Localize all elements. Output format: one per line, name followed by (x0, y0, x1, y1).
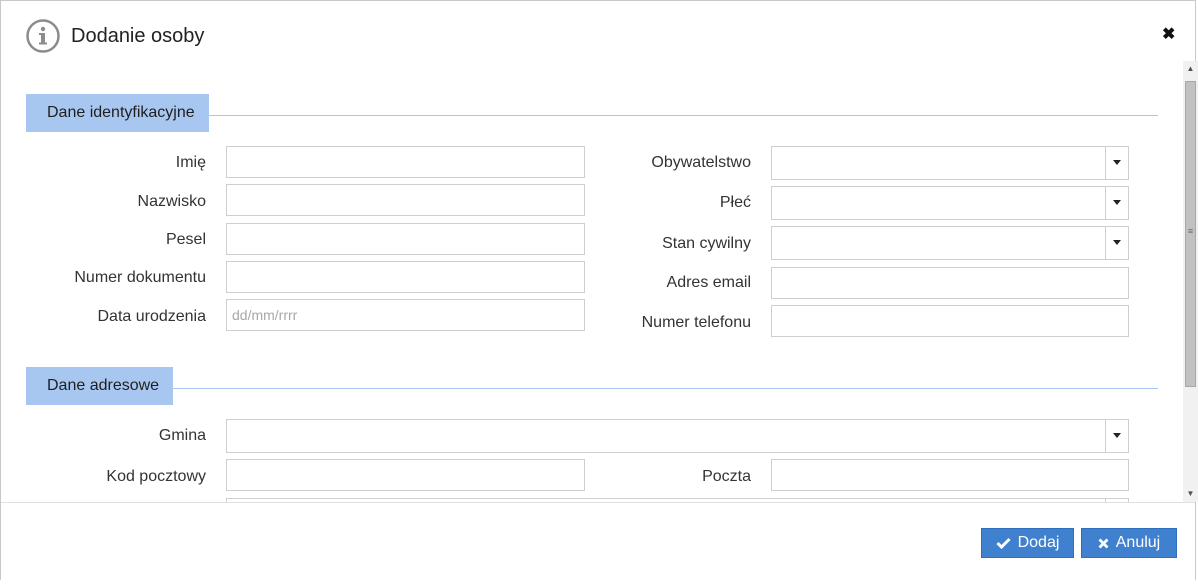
citizenship-label: Obywatelstwo (651, 154, 751, 171)
dialog-footer: Dodaj Anuluj (1, 502, 1195, 581)
citizenship-select[interactable] (771, 146, 1129, 180)
email-input[interactable] (771, 267, 1129, 299)
cancel-button-label: Anuluj (1115, 534, 1161, 551)
phone-label: Numer telefonu (641, 314, 751, 331)
gender-select[interactable] (771, 186, 1129, 220)
last-name-input[interactable] (226, 184, 585, 216)
dialog-header: Dodanie osoby ✖ (1, 1, 1195, 61)
check-icon (996, 537, 1011, 549)
scroll-down-arrow-icon[interactable]: ▼ (1183, 486, 1198, 502)
document-number-label: Numer dokumentu (74, 269, 206, 286)
add-button-label: Dodaj (1017, 534, 1060, 551)
marital-status-dropdown-button[interactable] (1105, 227, 1128, 259)
postal-code-label: Kod pocztowy (106, 468, 206, 485)
municipality-dropdown-button[interactable] (1105, 420, 1128, 452)
info-circle-icon (26, 19, 60, 53)
municipality-label: Gmina (158, 427, 206, 444)
add-person-dialog: Dodanie osoby ✖ Dane identyfikacyjne Imi… (0, 0, 1198, 581)
phone-input[interactable] (771, 305, 1129, 337)
scrollbar-grip-icon: ≡ (1187, 226, 1194, 236)
caret-down-icon (1113, 200, 1121, 205)
first-name-input[interactable] (226, 146, 585, 178)
pesel-label: Pesel (165, 231, 206, 248)
section-header-identification: Dane identyfikacyjne (26, 94, 209, 132)
marital-status-select[interactable] (771, 226, 1129, 260)
scroll-up-arrow-icon[interactable]: ▲ (1183, 61, 1198, 77)
scrollbar-thumb[interactable]: ≡ (1185, 81, 1196, 387)
section-divider (208, 115, 1158, 116)
caret-down-icon (1113, 433, 1121, 438)
first-name-label: Imię (175, 154, 206, 171)
vertical-scrollbar[interactable]: ▲ ≡ ▼ (1183, 61, 1198, 502)
post-office-input[interactable] (771, 459, 1129, 491)
pesel-input[interactable] (226, 223, 585, 255)
x-icon (1098, 538, 1109, 549)
caret-down-icon (1113, 240, 1121, 245)
last-name-label: Nazwisko (137, 193, 206, 210)
cancel-button[interactable]: Anuluj (1081, 528, 1177, 558)
municipality-select[interactable] (226, 419, 1129, 453)
close-icon[interactable]: ✖ (1162, 27, 1175, 43)
postal-code-input[interactable] (226, 459, 585, 491)
marital-status-label: Stan cywilny (662, 235, 751, 252)
gender-label: Płeć (719, 194, 751, 211)
section-divider (172, 388, 1158, 389)
dialog-body: Dane identyfikacyjne Imię Nazwisko Pesel… (1, 61, 1183, 502)
birth-date-input[interactable] (226, 299, 585, 331)
dialog-title: Dodanie osoby (71, 25, 205, 47)
section-header-address: Dane adresowe (26, 367, 174, 405)
post-office-label: Poczta (702, 468, 751, 485)
caret-down-icon (1113, 160, 1121, 165)
birth-date-label: Data urodzenia (97, 308, 206, 325)
add-button[interactable]: Dodaj (981, 528, 1074, 558)
email-label: Adres email (666, 274, 751, 291)
document-number-input[interactable] (226, 261, 585, 293)
gender-dropdown-button[interactable] (1105, 187, 1128, 219)
background-page-fragment (0, 580, 1198, 585)
citizenship-dropdown-button[interactable] (1105, 147, 1128, 179)
